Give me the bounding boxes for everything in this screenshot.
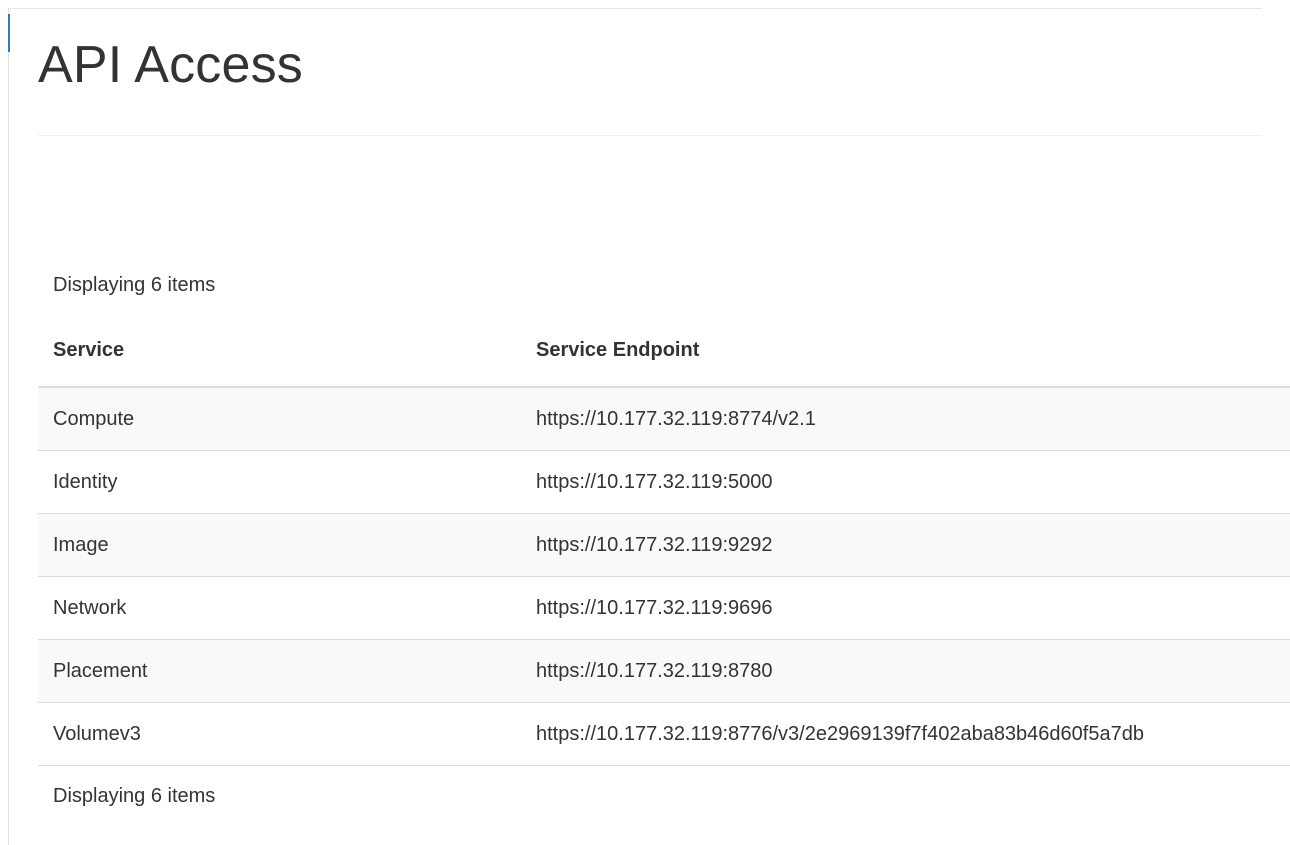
column-header-service-endpoint[interactable]: Service Endpoint [521, 308, 1290, 388]
table-row: Volumev3 https://10.177.32.119:8776/v3/2… [38, 702, 1290, 766]
service-cell: Identity [38, 450, 521, 514]
endpoint-cell: https://10.177.32.119:9292 [521, 513, 1290, 577]
title-divider [38, 135, 1262, 136]
left-border [8, 8, 9, 845]
endpoint-cell: https://10.177.32.119:8776/v3/2e2969139f… [521, 702, 1290, 766]
table-count-row-top: Displaying 6 items [38, 262, 1290, 308]
column-header-service[interactable]: Service [38, 308, 521, 388]
table-row: Image https://10.177.32.119:9292 [38, 513, 1290, 577]
page-title: API Access [38, 36, 303, 94]
endpoint-cell: https://10.177.32.119:5000 [521, 450, 1290, 514]
endpoint-cell: https://10.177.32.119:8774/v2.1 [521, 387, 1290, 451]
service-cell: Network [38, 576, 521, 640]
service-cell: Volumev3 [38, 702, 521, 766]
endpoint-cell: https://10.177.32.119:8780 [521, 639, 1290, 703]
endpoint-cell: https://10.177.32.119:9696 [521, 576, 1290, 640]
table-row: Compute https://10.177.32.119:8774/v2.1 [38, 387, 1290, 451]
item-count-bottom: Displaying 6 items [53, 784, 216, 807]
item-count-top: Displaying 6 items [53, 273, 216, 296]
table-row: Identity https://10.177.32.119:5000 [38, 450, 1290, 514]
table-header-row: Service Service Endpoint [38, 308, 1290, 388]
page: API Access Displaying 6 items Service Se… [0, 0, 1290, 845]
service-cell: Compute [38, 387, 521, 451]
api-access-table-wrapper: Displaying 6 items Service Service Endpo… [38, 262, 1290, 826]
service-cell: Image [38, 513, 521, 577]
table-row: Network https://10.177.32.119:9696 [38, 576, 1290, 640]
top-border [10, 8, 1262, 9]
api-access-table: Displaying 6 items Service Service Endpo… [38, 262, 1290, 826]
table-row: Placement https://10.177.32.119:8780 [38, 639, 1290, 703]
focus-indicator [8, 14, 10, 52]
service-cell: Placement [38, 639, 521, 703]
table-count-row-bottom: Displaying 6 items [38, 766, 1290, 827]
